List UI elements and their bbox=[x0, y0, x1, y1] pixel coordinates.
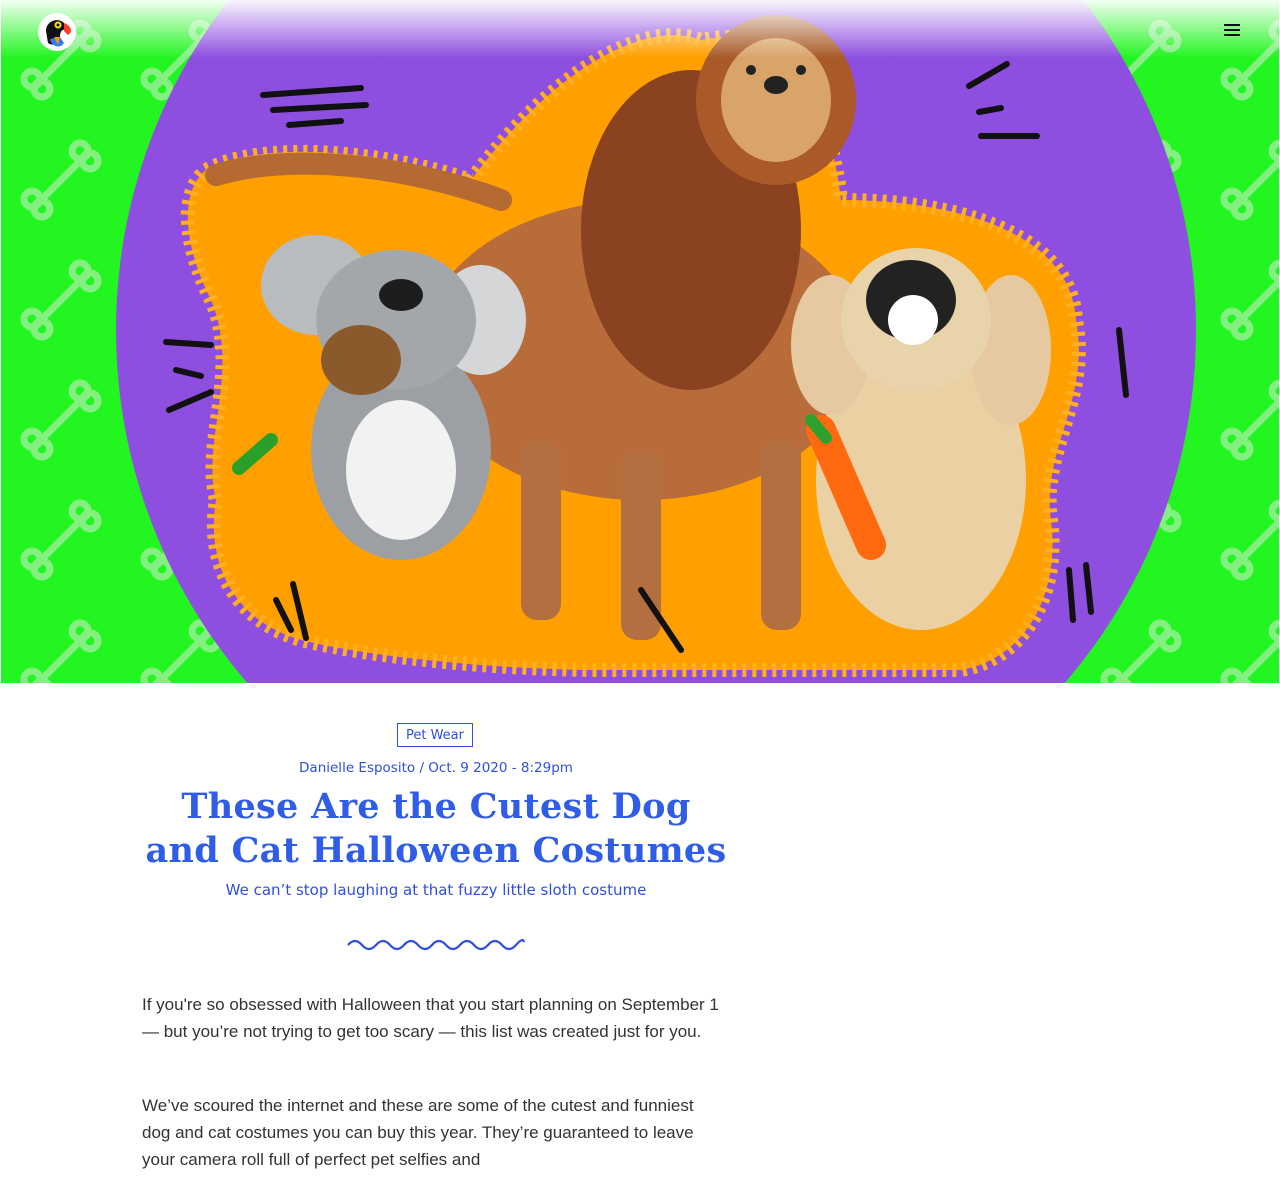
menu-bar bbox=[1224, 29, 1240, 31]
article-paragraph: If you're so obsessed with Halloween tha… bbox=[142, 995, 719, 1041]
byline-separator: / bbox=[419, 760, 424, 776]
menu-bar bbox=[1224, 24, 1240, 26]
hamburger-menu-icon[interactable] bbox=[1216, 18, 1246, 44]
publish-date: Oct. 9 2020 - 8:29pm bbox=[428, 760, 573, 776]
menu-bar bbox=[1224, 34, 1240, 36]
category-tag[interactable]: Pet Wear bbox=[397, 723, 473, 747]
byline: Danielle Esposito / Oct. 9 2020 - 8:29pm bbox=[142, 760, 730, 776]
article-subtitle: We can’t stop laughing at that fuzzy lit… bbox=[225, 881, 647, 899]
parrot-logo-icon[interactable] bbox=[38, 13, 76, 51]
author-link[interactable]: Danielle Esposito bbox=[299, 760, 415, 776]
hero-image bbox=[1, 0, 1279, 683]
hero-illustration bbox=[1, 0, 1279, 683]
article-title: These Are the Cutest Dog and Cat Hallowe… bbox=[145, 786, 727, 871]
header-fade bbox=[1, 0, 1279, 58]
squiggle-divider bbox=[347, 938, 526, 951]
article-paragraph: We’ve scoured the internet and these are… bbox=[142, 1096, 694, 1169]
